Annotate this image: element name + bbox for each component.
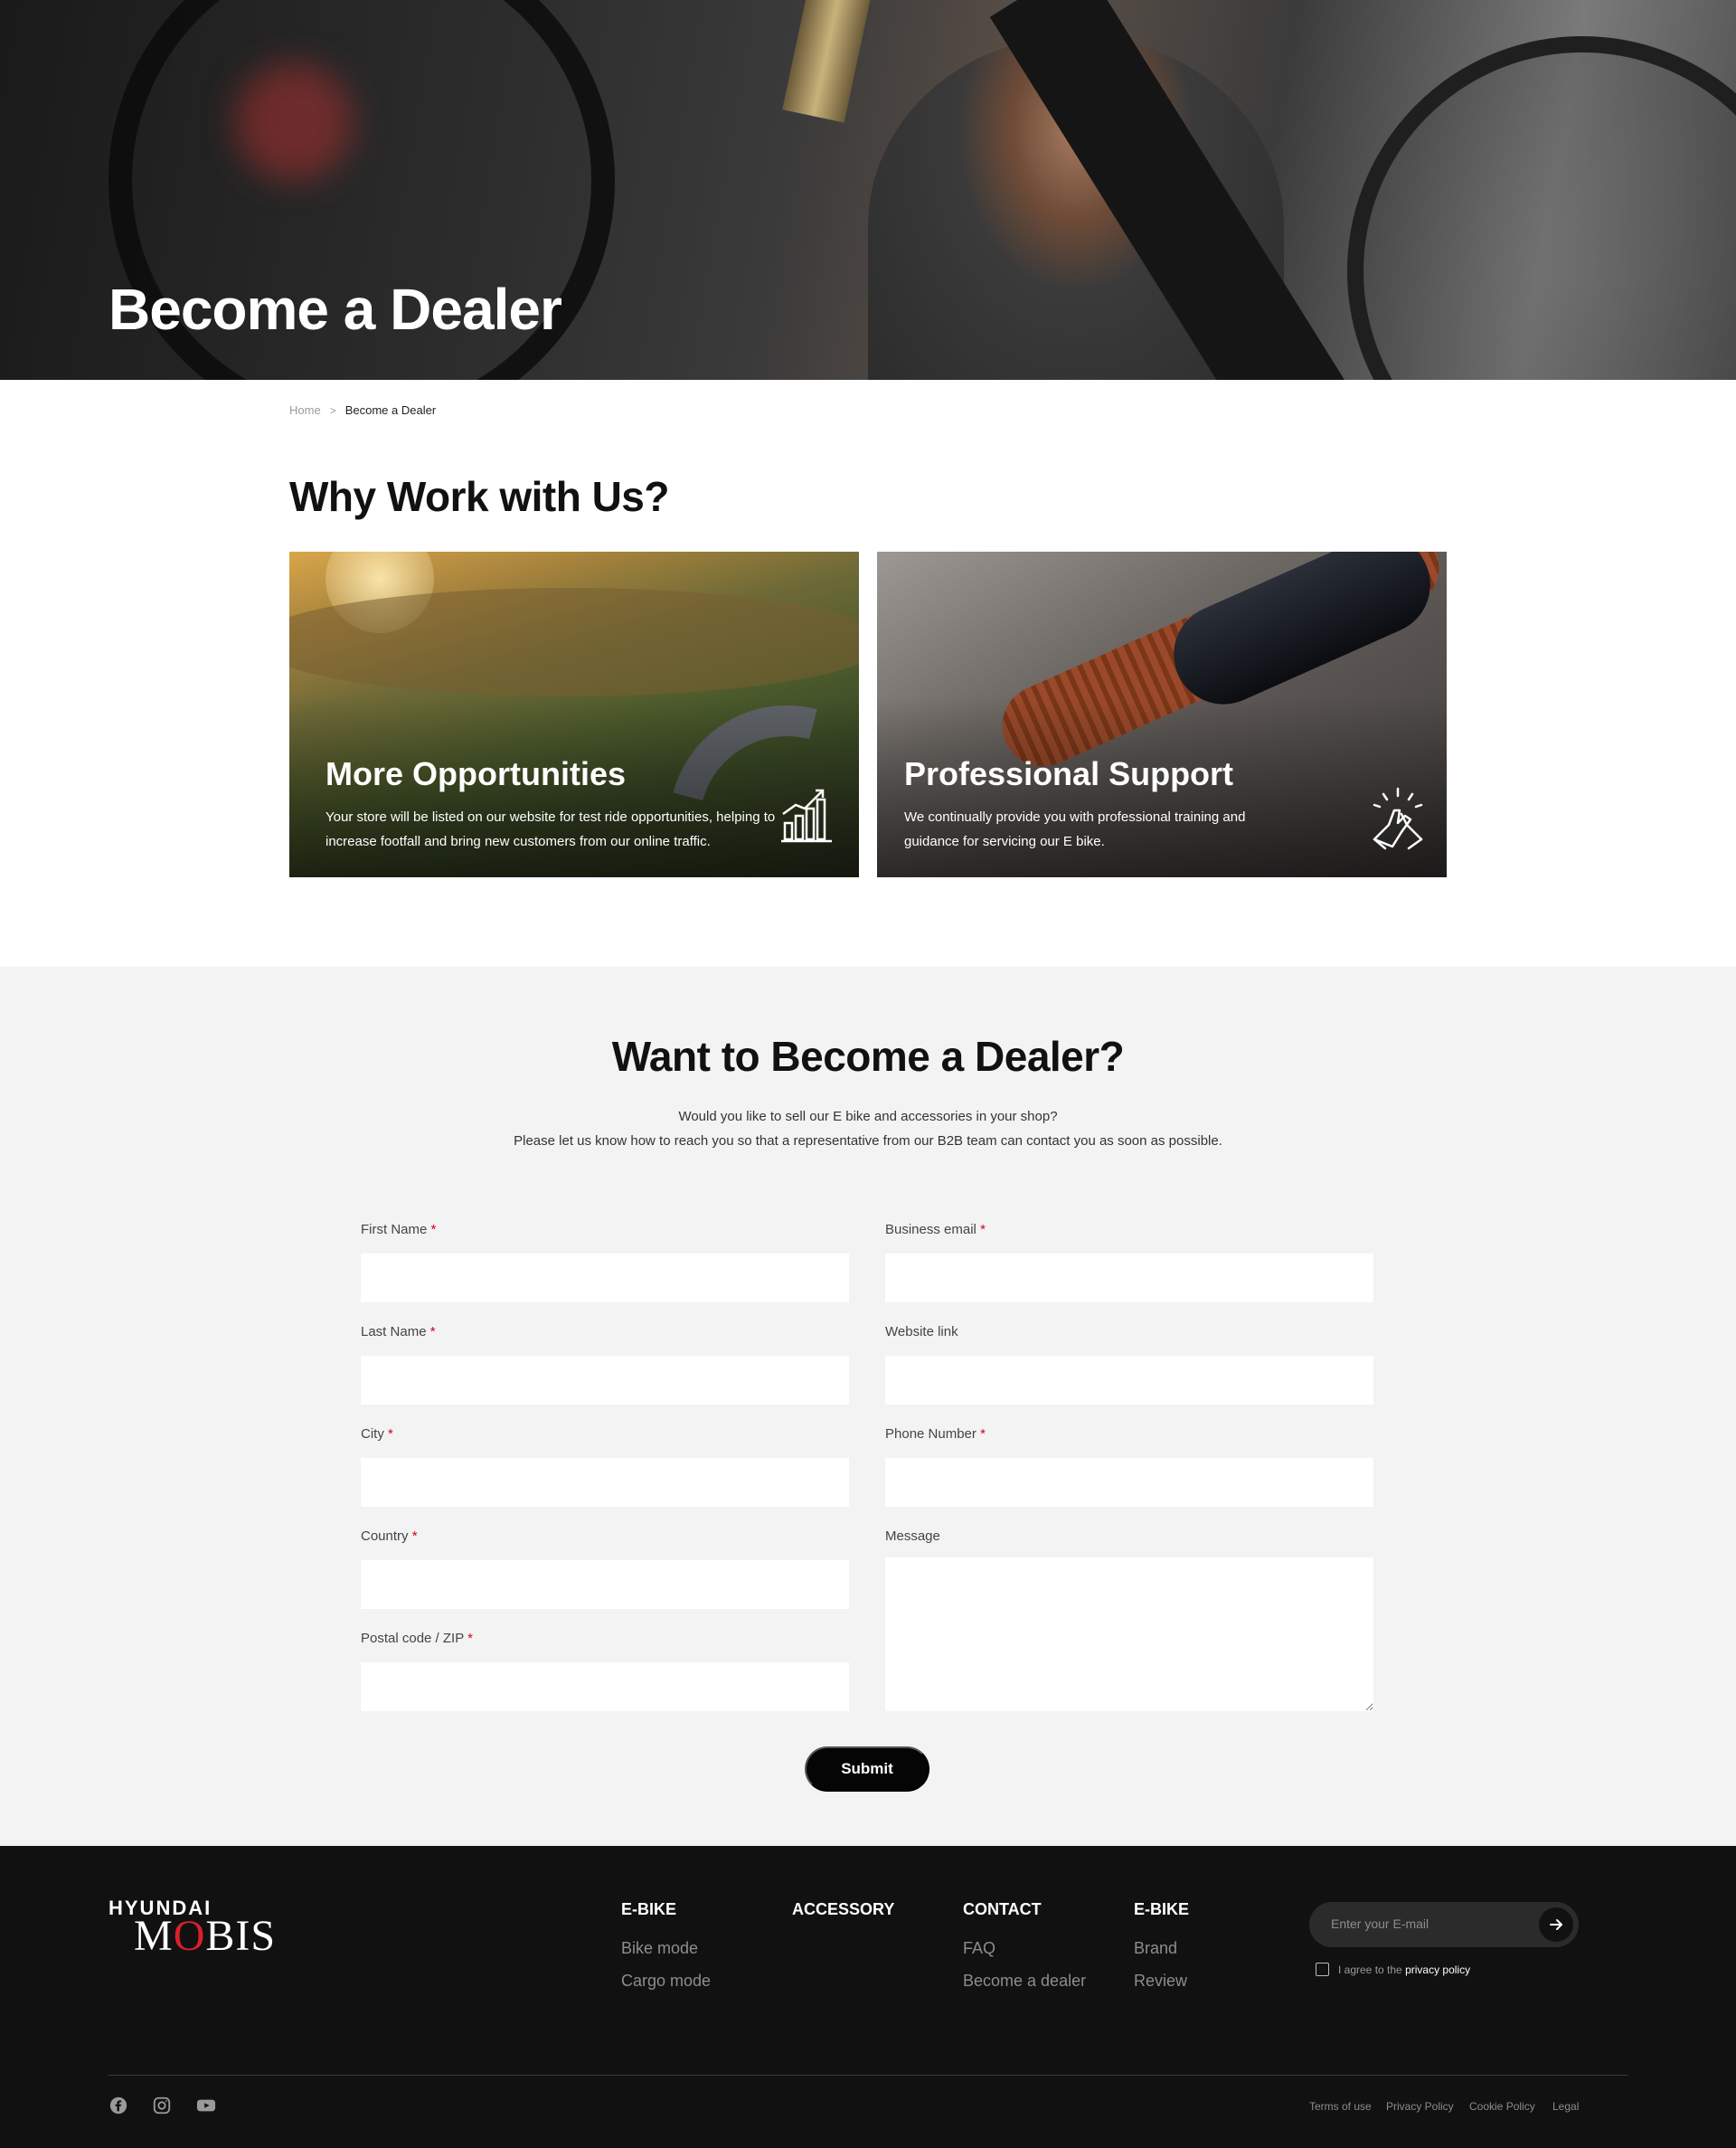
dealer-form-section: Want to Become a Dealer? Would you like … [0,967,1736,1846]
privacy-consent: I agree to the privacy policy [1316,1963,1470,1976]
arrow-right-icon[interactable] [1539,1907,1573,1942]
card-text: Your store will be listed on our website… [326,809,776,849]
footer-column-heading[interactable]: ACCESSORY [792,1900,894,1919]
form-subtitle-line2: Please let us know how to reach you so t… [514,1133,1222,1149]
hero-banner: Become a Dealer [0,0,1736,380]
required-marker: * [430,1222,437,1237]
hero-image-rear-wheel [1347,36,1736,380]
logo-mobis: MOBIS [134,1911,276,1961]
benefit-card-opportunities: More Opportunities Your store will be li… [289,552,859,877]
postal-code-label-text: Postal code / ZIP [361,1631,464,1646]
website-link-label-text: Website link [885,1324,958,1339]
required-marker: * [411,1528,418,1544]
required-marker: * [388,1426,393,1442]
required-marker: * [467,1631,473,1646]
footer-link-review[interactable]: Review [1134,1972,1189,1991]
footer-cookie-link[interactable]: Cookie Policy [1469,2100,1535,2113]
footer-link-become-dealer[interactable]: Become a dealer [963,1972,1086,1991]
last-name-label-text: Last Name [361,1324,427,1339]
footer-column-heading: E-BIKE [621,1900,677,1918]
privacy-consent-checkbox[interactable] [1316,1963,1329,1976]
youtube-icon[interactable] [195,2096,217,2117]
footer-privacy-link[interactable]: Privacy Policy [1386,2100,1454,2113]
website-link-input[interactable] [885,1356,1373,1405]
logo-letters-bis: BIS [205,1912,277,1960]
footer-column-ebike: E-BIKE Bike mode Cargo mode [621,1900,711,2004]
card-title: More Opportunities [326,755,626,792]
country-label: Country * [361,1528,418,1544]
hero-image-fork [782,0,873,123]
city-label: City * [361,1426,393,1442]
privacy-consent-text: I agree to the privacy policy [1338,1963,1470,1976]
city-input[interactable] [361,1458,849,1507]
first-name-label: First Name * [361,1222,436,1237]
card-image-fender [1157,552,1447,721]
card-title: Professional Support [904,755,1234,792]
form-subtitle-line1: Would you like to sell our E bike and ac… [678,1109,1058,1124]
card-text: We continually provide you with professi… [904,809,1246,849]
required-marker: * [980,1222,986,1237]
newsletter-email-field[interactable]: Enter your E-mail [1309,1902,1579,1947]
business-email-input[interactable] [885,1254,1373,1302]
country-input[interactable] [361,1560,849,1609]
footer-column-contact: CONTACT FAQ Become a dealer [963,1900,1086,2004]
footer-link-bike-mode[interactable]: Bike mode [621,1939,711,1958]
form-title: Want to Become a Dealer? [611,1033,1125,1080]
website-link-label: Website link [885,1324,958,1339]
message-label: Message [885,1528,940,1544]
handshake-icon [1365,787,1423,850]
last-name-label: Last Name * [361,1324,436,1339]
footer-legal-link[interactable]: Legal [1552,2100,1579,2113]
footer-column-ebike-2: E-BIKE Brand Review [1134,1900,1189,2004]
hero-title: Become a Dealer [108,277,562,342]
submit-button[interactable]: Submit [805,1746,929,1792]
phone-number-label-text: Phone Number [885,1426,976,1442]
newsletter-email-placeholder: Enter your E-mail [1331,1916,1429,1931]
footer-divider [108,2075,1628,2076]
why-section-title: Why Work with Us? [289,473,670,520]
form-subtitle: Would you like to sell our E bike and ac… [0,1104,1736,1153]
breadcrumb-current: Become a Dealer [344,403,437,417]
required-marker: * [429,1324,436,1339]
logo-letter-o: O [173,1912,206,1960]
first-name-input[interactable] [361,1254,849,1302]
facebook-icon[interactable] [108,2096,130,2117]
business-email-label: Business email * [885,1222,986,1237]
message-textarea[interactable] [885,1557,1373,1711]
phone-number-input[interactable] [885,1458,1373,1507]
phone-number-label: Phone Number * [885,1426,986,1442]
last-name-input[interactable] [361,1356,849,1405]
city-label-text: City [361,1426,384,1442]
footer-column-heading: E-BIKE [1134,1900,1190,1918]
site-footer: HYUNDAI MOBIS E-BIKE Bike mode Cargo mod… [0,1846,1736,2148]
first-name-label-text: First Name [361,1222,428,1237]
footer-column-accessory: ACCESSORY [792,1900,894,1939]
required-marker: * [980,1426,986,1442]
breadcrumb-home-link[interactable]: Home [289,403,321,417]
chevron-right-icon: > [329,403,336,417]
hero-image-light [235,63,353,181]
postal-code-label: Postal code / ZIP * [361,1631,473,1646]
bar-chart-icon [778,787,835,845]
instagram-icon[interactable] [152,2096,174,2117]
breadcrumb: Home > Become a Dealer [289,403,436,417]
footer-terms-link[interactable]: Terms of use [1309,2100,1372,2113]
footer-link-cargo-mode[interactable]: Cargo mode [621,1972,711,1991]
privacy-consent-prefix: I agree to the [1338,1963,1402,1976]
privacy-policy-link[interactable]: privacy policy [1405,1963,1470,1976]
logo-letter-m: M [134,1912,174,1960]
benefit-card-support: Professional Support We continually prov… [877,552,1447,877]
footer-link-brand[interactable]: Brand [1134,1939,1189,1958]
footer-link-faq[interactable]: FAQ [963,1939,1086,1958]
postal-code-input[interactable] [361,1662,849,1711]
footer-column-heading: CONTACT [963,1900,1042,1918]
message-label-text: Message [885,1528,940,1544]
country-label-text: Country [361,1528,409,1544]
business-email-label-text: Business email [885,1222,976,1237]
card-image-hill [289,588,859,696]
